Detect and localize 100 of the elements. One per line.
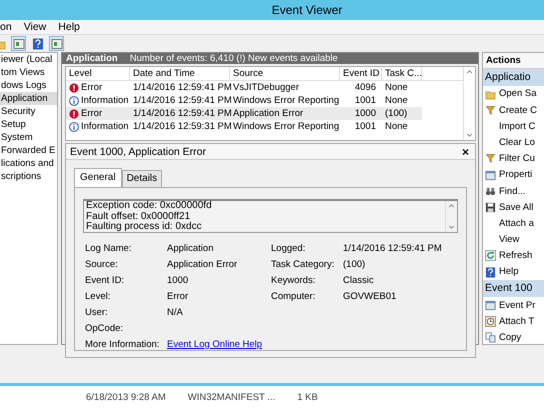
- field-label: Level:: [85, 291, 112, 302]
- table-cell: Information: [81, 121, 129, 133]
- action-label: Attach a: [499, 218, 534, 230]
- action-item[interactable]: Event Pr: [483, 297, 544, 314]
- information-icon: [69, 122, 79, 132]
- field-value: GOVWEB01: [343, 291, 398, 302]
- tree-item[interactable]: Security: [0, 105, 57, 118]
- tree-item[interactable]: dows Logs: [0, 79, 57, 92]
- tree-item[interactable]: Application: [0, 92, 57, 105]
- panel-icon: [50, 38, 62, 50]
- field-value: Classic: [343, 275, 375, 287]
- tree-item[interactable]: Setup: [0, 118, 57, 131]
- table-cell: (100): [385, 108, 408, 120]
- table-row[interactable]: Information 1/14/2016 12:59:31 PM Windows Error Reporting 1001 None: [66, 120, 422, 134]
- folder-icon: [485, 88, 496, 100]
- action-item[interactable]: Open Sa: [483, 86, 544, 102]
- table-cell: None: [385, 121, 408, 133]
- table-cell: Error: [81, 108, 102, 120]
- table-cell: Error: [81, 82, 102, 94]
- field-label: More Information:: [85, 338, 160, 350]
- column-header[interactable]: Level: [66, 67, 130, 81]
- section-header[interactable]: Event 100: [483, 280, 544, 298]
- action-item[interactable]: Properti: [483, 166, 544, 184]
- information-icon: [69, 96, 79, 106]
- action-label: Save All: [499, 202, 534, 214]
- tree-item[interactable]: tom Views: [0, 66, 57, 79]
- toolbar-button[interactable]: [49, 36, 64, 51]
- tab[interactable]: General: [74, 168, 122, 188]
- tree-item[interactable]: Forwarded E: [0, 144, 57, 157]
- table-row[interactable]: Error 1/14/2016 12:59:41 PM VsJITDebugger 4096 None: [66, 81, 422, 94]
- tree-item[interactable]: System: [0, 131, 57, 144]
- table-cell: Information: [81, 95, 129, 107]
- column-header[interactable]: Date and Time: [130, 67, 230, 81]
- action-item[interactable]: Filter Cu: [483, 150, 544, 167]
- action-item[interactable]: Copy: [483, 330, 544, 344]
- action-item[interactable]: Save All: [483, 199, 544, 216]
- window-icon: [485, 170, 496, 181]
- table-cell: Windows Error Reporting: [233, 95, 340, 107]
- selected-row[interactable]: Error 1/14/2016 12:59:41 PM Application Error 1000 (100): [66, 107, 422, 120]
- description-line: Fault offset: 0x0000ff21: [86, 212, 190, 222]
- refresh-icon: [485, 250, 496, 262]
- filter-icon: [485, 104, 496, 116]
- action-item[interactable]: Import C: [483, 118, 544, 135]
- menu-item[interactable]: Help: [58, 20, 80, 34]
- action-item[interactable]: View: [483, 232, 544, 248]
- menu-item[interactable]: on: [0, 20, 12, 34]
- help-icon: [485, 266, 496, 278]
- field-label: OpCode:: [85, 322, 124, 334]
- action-item[interactable]: Help: [483, 264, 544, 280]
- error-icon: [69, 82, 79, 93]
- table-cell: 1001: [354, 95, 376, 107]
- field-value: 1000: [167, 275, 190, 287]
- tab[interactable]: Details: [122, 170, 162, 188]
- column-header[interactable]: Event ID: [340, 67, 382, 81]
- action-item[interactable]: Attach T: [483, 313, 544, 330]
- action-label: Event Pr: [499, 300, 536, 312]
- action-item[interactable]: Attach a: [483, 216, 544, 232]
- toolbar-button[interactable]: [11, 36, 26, 51]
- action-label: Clear Lo: [499, 136, 535, 148]
- tree-item[interactable]: scriptions: [0, 170, 57, 183]
- error-icon: [69, 108, 79, 119]
- window-icon: [485, 300, 496, 311]
- column-header[interactable]: Task C...: [382, 67, 422, 81]
- action-label: Import C: [499, 120, 536, 132]
- toolbar-button[interactable]: [30, 36, 45, 51]
- field-value: Application Error: [167, 259, 238, 271]
- close-button[interactable]: ×: [462, 144, 469, 160]
- action-item[interactable]: Create C: [483, 102, 544, 118]
- action-item[interactable]: Clear Lo: [483, 134, 544, 151]
- event-title: Event 1000, Application Error: [70, 146, 206, 158]
- action-item[interactable]: Find...: [483, 183, 544, 200]
- field-value: 1/14/2016 12:59:41 PM: [343, 243, 443, 255]
- table-cell: 4096: [354, 82, 376, 94]
- table-cell: VsJITDebugger: [233, 82, 300, 94]
- table-cell: 1/14/2016 12:59:31 PM: [133, 121, 232, 133]
- section-header[interactable]: Applicatio: [483, 69, 544, 86]
- tree-item[interactable]: iewer (Local: [0, 53, 57, 66]
- action-label: Open Sa: [499, 88, 536, 100]
- action-label: Filter Cu: [499, 153, 535, 165]
- action-label: View: [499, 234, 520, 246]
- table-cell: 1/14/2016 12:59:41 PM: [133, 95, 232, 107]
- field-label: Logged:: [271, 243, 306, 255]
- help-link[interactable]: Event Log Online Help: [167, 338, 343, 350]
- action-label: Create C: [499, 104, 538, 116]
- table-cell: Windows Error Reporting: [233, 121, 340, 133]
- event-count: Number of events: 6,410 (!) New events available: [130, 53, 338, 64]
- column-header[interactable]: Source: [230, 67, 340, 81]
- action-item[interactable]: Refresh: [483, 248, 544, 264]
- table-cell: 1001: [354, 121, 376, 133]
- menu-item[interactable]: View: [24, 20, 46, 34]
- action-label: Attach T: [499, 316, 534, 328]
- table-row[interactable]: Information 1/14/2016 12:59:41 PM Windows Error Reporting 1001 None: [66, 94, 422, 108]
- field-label: Log Name:: [85, 243, 132, 255]
- file-cell-text: 1 KB: [297, 392, 318, 405]
- description-line: Faulting process id: 0xdcc: [86, 222, 203, 233]
- tree-item[interactable]: lications and: [0, 157, 57, 170]
- field-label: Computer:: [271, 291, 316, 302]
- action-label: Refresh: [499, 250, 532, 262]
- file-cell-text: 6/18/2013 9:28 AM: [86, 392, 166, 405]
- pane-title: Actions: [483, 53, 544, 69]
